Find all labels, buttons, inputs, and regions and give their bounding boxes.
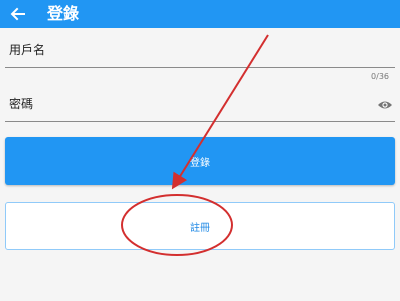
username-field[interactable]: 用戶名 bbox=[5, 28, 395, 68]
password-character-counter: 0/36 bbox=[371, 72, 389, 81]
app-bar: 登錄 bbox=[0, 0, 400, 28]
username-label: 用戶名 bbox=[9, 43, 46, 57]
page-title: 登錄 bbox=[47, 4, 80, 23]
password-underline bbox=[5, 121, 395, 122]
username-underline bbox=[5, 67, 395, 68]
register-button[interactable]: 註冊 bbox=[5, 202, 395, 250]
password-label: 密碼 bbox=[9, 97, 34, 111]
password-field[interactable]: 密碼 bbox=[5, 82, 395, 122]
back-arrow-icon[interactable] bbox=[8, 4, 28, 24]
login-button[interactable]: 登錄 bbox=[5, 137, 395, 185]
eye-icon[interactable] bbox=[377, 96, 393, 109]
